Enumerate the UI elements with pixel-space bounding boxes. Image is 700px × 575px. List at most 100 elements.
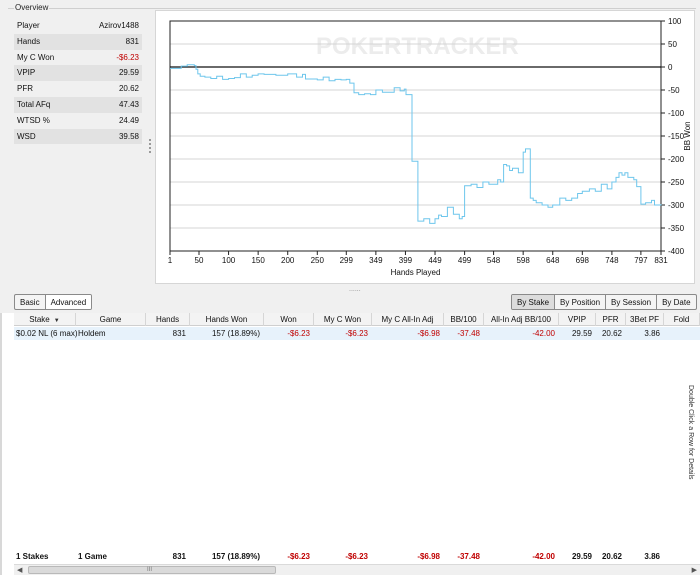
column-header[interactable]: PFR xyxy=(596,313,626,326)
horizontal-splitter[interactable]: ...... xyxy=(0,285,700,293)
stats-table: Stake ▼ Game Hands Hands Won Won My C Won My C … xyxy=(14,313,700,563)
x-tick-label: 299 xyxy=(340,256,354,265)
column-header[interactable]: Fold xyxy=(664,313,700,326)
stat-label: WTSD % xyxy=(17,115,50,125)
stat-row: WSD 39.58 xyxy=(14,128,142,145)
total-cell: 20.62 xyxy=(601,552,622,561)
column-header-label: All-In Adj BB/100 xyxy=(490,315,552,324)
total-cell: -42.00 xyxy=(532,552,555,561)
bb-won-chart-panel: POKERTRACKER 100 50 0 -50 -100 -150 -200 -250 -30… xyxy=(155,10,695,284)
total-cell: -$6.98 xyxy=(417,552,440,561)
column-header[interactable]: Game xyxy=(76,313,146,326)
tab-by-position[interactable]: By Position xyxy=(555,295,607,309)
table-row[interactable]: $0.02 NL (6 max) Holdem 831 157 (18.89%) -$6… xyxy=(14,327,700,340)
x-tick-label: 548 xyxy=(487,256,501,265)
x-tick-label: 698 xyxy=(576,256,590,265)
x-tick-label: 1 xyxy=(168,256,173,265)
stat-row: Total AFq 47.43 xyxy=(14,96,142,113)
stat-value: 47.43 xyxy=(118,99,139,109)
column-header-label: VPIP xyxy=(567,315,587,324)
column-header-label: Hands xyxy=(155,315,180,324)
scrollbar-thumb[interactable]: III xyxy=(28,566,276,574)
column-header-label: Won xyxy=(280,315,297,324)
total-cell: 157 (18.89%) xyxy=(211,552,260,561)
x-tick-label: 399 xyxy=(399,256,413,265)
column-header[interactable]: My C Won xyxy=(314,313,372,326)
y-tick-label: -300 xyxy=(668,201,685,210)
splitter-grip-vertical[interactable] xyxy=(148,138,152,156)
column-header-label: Game xyxy=(99,315,122,324)
total-cell: -$6.23 xyxy=(345,552,368,561)
x-tick-label: 831 xyxy=(654,256,668,265)
scroll-right-icon[interactable]: ▶ xyxy=(692,566,697,574)
table-totals-row: 1 Stakes 1 Game 831 157 (18.89%) -$6.23 -$6.2… xyxy=(14,550,700,563)
bb-won-series-line xyxy=(170,64,662,224)
x-tick-label: 100 xyxy=(222,256,236,265)
basic-view-button[interactable]: Basic xyxy=(15,295,46,309)
y-tick-label: 0 xyxy=(668,63,673,72)
overview-title: Overview xyxy=(14,3,50,12)
total-cell: 1 Game xyxy=(78,552,107,561)
table-cell: 831 xyxy=(172,329,186,338)
table-cell: 20.62 xyxy=(601,329,622,338)
column-header-label: PFR xyxy=(602,315,619,324)
tab-by-stake[interactable]: By Stake xyxy=(512,295,556,309)
x-tick-label: 748 xyxy=(605,256,619,265)
overview-divider xyxy=(8,8,696,9)
watermark-logo: POKERTRACKER xyxy=(316,33,519,60)
bb-won-chart: POKERTRACKER100500-50-100-150-200-250-30… xyxy=(168,17,692,277)
x-tick-label: 499 xyxy=(458,256,472,265)
column-header[interactable]: 3Bet PF xyxy=(626,313,664,326)
stat-value: 831 xyxy=(125,36,139,46)
x-tick-label: 598 xyxy=(516,256,530,265)
column-header[interactable]: Stake ▼ xyxy=(14,313,76,326)
y-tick-label: -250 xyxy=(668,178,685,187)
tab-by-date[interactable]: By Date xyxy=(657,295,695,309)
horizontal-scrollbar[interactable]: ◀ III ▶ xyxy=(14,564,700,575)
stat-label: WSD xyxy=(17,131,36,141)
stat-label: Player xyxy=(17,21,40,30)
column-header[interactable]: Hands xyxy=(146,313,190,326)
x-tick-label: 250 xyxy=(311,256,325,265)
x-axis-label: Hands Played xyxy=(391,268,441,277)
stat-label: My C Won xyxy=(17,52,55,62)
y-tick-label: -400 xyxy=(668,247,685,256)
double-click-hint: Double Click a Row for Details xyxy=(687,385,694,480)
x-tick-label: 150 xyxy=(251,256,265,265)
y-tick-label: 50 xyxy=(668,40,677,49)
table-cell: -$6.23 xyxy=(287,329,310,338)
y-tick-label: -200 xyxy=(668,155,685,164)
column-header[interactable]: My C All-In Adj xyxy=(372,313,444,326)
column-header-label: Hands Won xyxy=(205,315,248,324)
column-header[interactable]: BB/100 xyxy=(444,313,484,326)
table-cell: -37.48 xyxy=(457,329,480,338)
stat-label: Hands xyxy=(17,36,41,46)
x-tick-label: 50 xyxy=(195,256,204,265)
column-header[interactable]: Hands Won xyxy=(190,313,264,326)
table-cell: 157 (18.89%) xyxy=(211,329,260,338)
advanced-view-button[interactable]: Advanced xyxy=(45,295,92,309)
stat-row: Player Azirov1488 xyxy=(14,18,142,34)
table-cell: Holdem xyxy=(78,329,106,338)
x-tick-label: 797 xyxy=(634,256,648,265)
total-cell: -37.48 xyxy=(457,552,480,561)
total-cell: -$6.23 xyxy=(287,552,310,561)
view-buttons-bar: Basic Advanced By Stake By Position By S… xyxy=(0,293,700,313)
sort-desc-icon: ▼ xyxy=(53,318,60,324)
tab-by-session[interactable]: By Session xyxy=(606,295,658,309)
column-header[interactable]: Won xyxy=(264,313,314,326)
scroll-left-icon[interactable]: ◀ xyxy=(17,566,22,574)
column-header[interactable]: VPIP xyxy=(559,313,596,326)
stat-label: Total AFq xyxy=(17,99,51,109)
table-cell: $0.02 NL (6 max) xyxy=(16,329,78,338)
x-tick-label: 200 xyxy=(281,256,295,265)
column-header-label: BB/100 xyxy=(450,315,477,324)
stat-row: VPIP 29.59 xyxy=(14,65,142,82)
stat-label: VPIP xyxy=(17,68,36,78)
stat-value: 24.49 xyxy=(118,115,139,125)
stat-label: PFR xyxy=(17,84,33,94)
column-header[interactable]: All-In Adj BB/100 xyxy=(484,313,559,326)
table-cell: -$6.23 xyxy=(345,329,368,338)
total-cell: 29.59 xyxy=(571,552,592,561)
column-header-label: My C Won xyxy=(323,315,362,324)
